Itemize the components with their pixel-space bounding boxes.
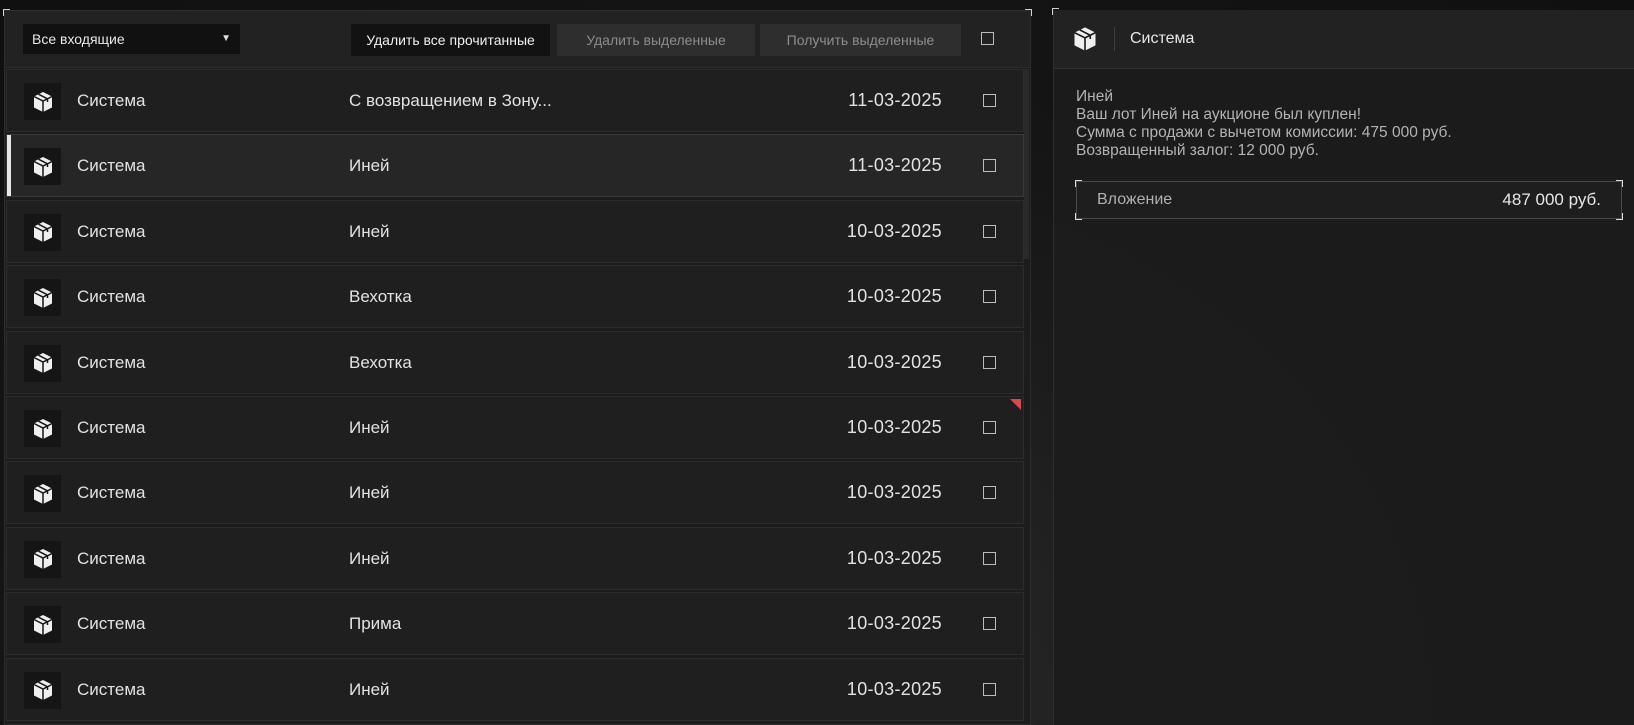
attachment-item[interactable]: Вложение 487 000 руб. [1075, 180, 1623, 220]
package-box-icon [24, 540, 61, 578]
attachment-label: Вложение [1097, 191, 1173, 208]
new-indicator-icon [1010, 399, 1021, 410]
body-line: Иней [1076, 88, 1113, 105]
message-sender: Система [77, 548, 146, 568]
message-subject: С возвращением в Зону... [349, 91, 552, 110]
message-checkbox[interactable] [983, 551, 996, 565]
message-sender: Система [77, 352, 146, 372]
message-subject: Иней [349, 221, 390, 241]
message-checkbox[interactable] [983, 682, 996, 696]
receive-selected-button[interactable]: Получить выделенные [760, 24, 961, 56]
message-subject: Иней [349, 418, 390, 437]
message-detail-panel: Система Иней Ваш лот Иней на аукционе бы… [1052, 8, 1634, 725]
message-row[interactable]: Система Иней 11-03-2025 [6, 134, 1024, 198]
message-sender: Система [77, 91, 146, 110]
attachment-amount: 487 000 руб. [1502, 190, 1601, 209]
message-row[interactable]: Система Иней 10-03-2025 [6, 657, 1024, 721]
inbox-toolbar: Все входящие ▼ Удалить все прочитанные У… [5, 11, 1030, 68]
package-box-icon [24, 148, 61, 186]
package-box-icon [24, 671, 61, 709]
filter-value: Все входящие [32, 31, 125, 47]
message-checkbox[interactable] [983, 224, 996, 238]
message-subject: Иней [349, 679, 390, 699]
message-subject: Иней [349, 483, 390, 503]
package-box-icon [24, 279, 61, 317]
message-checkbox[interactable] [983, 159, 996, 173]
message-row[interactable]: Система Прима 10-03-2025 [6, 592, 1024, 656]
message-subject: Прима [349, 614, 402, 634]
header-divider [1114, 27, 1115, 51]
message-date: 10-03-2025 [846, 482, 942, 503]
message-date: 10-03-2025 [846, 286, 942, 307]
message-checkbox[interactable] [983, 94, 996, 107]
message-row[interactable]: Система Иней 10-03-2025 [6, 461, 1024, 525]
message-row[interactable]: Система Иней 10-03-2025 [6, 526, 1024, 590]
message-subject: Иней [349, 548, 390, 568]
message-sender: Система [77, 156, 146, 176]
message-row[interactable]: Система Вехотка 10-03-2025 [6, 330, 1024, 394]
select-all-checkbox[interactable] [981, 32, 994, 45]
inbox-panel: Все входящие ▼ Удалить все прочитанные У… [3, 9, 1032, 725]
delete-selected-button[interactable]: Удалить выделенные [557, 24, 755, 56]
message-row[interactable]: Система С возвращением в Зону... 11-03-202… [6, 69, 1024, 132]
caret-down-icon: ▼ [221, 33, 231, 44]
message-sender: Система [77, 221, 146, 241]
message-sender: Система [77, 287, 146, 307]
message-date: 10-03-2025 [846, 220, 942, 241]
message-body: Иней Ваш лот Иней на аукционе был куплен… [1076, 88, 1625, 160]
message-subject: Иней [349, 156, 390, 176]
detail-sender: Система [1130, 30, 1195, 47]
corner-mark [1075, 180, 1082, 187]
detail-header: Система [1054, 10, 1634, 69]
corner-mark [1616, 213, 1623, 220]
message-date: 10-03-2025 [846, 547, 942, 568]
message-row[interactable]: Система Вехотка 10-03-2025 [6, 265, 1024, 329]
message-sender: Система [77, 483, 146, 503]
package-box-icon [1070, 24, 1100, 54]
message-subject: Вехотка [349, 287, 412, 307]
message-checkbox[interactable] [983, 486, 996, 500]
package-box-icon [24, 213, 61, 251]
message-date: 10-03-2025 [846, 351, 942, 372]
inbox-filter-dropdown[interactable]: Все входящие ▼ [23, 24, 240, 54]
package-box-icon [24, 475, 61, 513]
body-line: Возвращенный залог: 12 000 руб. [1076, 142, 1319, 159]
message-row[interactable]: Система Иней 10-03-2025 [6, 396, 1024, 459]
message-checkbox[interactable] [983, 617, 996, 631]
message-checkbox[interactable] [983, 290, 996, 304]
message-checkbox[interactable] [983, 355, 996, 369]
message-sender: Система [77, 418, 146, 437]
package-box-icon [24, 606, 61, 644]
message-subject: Вехотка [349, 352, 412, 372]
package-box-icon [24, 344, 61, 382]
body-line: Сумма с продажи с вычетом комиссии: 475 … [1076, 124, 1452, 141]
body-line: Ваш лот Иней на аукционе был куплен! [1076, 106, 1361, 123]
message-date: 10-03-2025 [846, 417, 942, 437]
message-date: 11-03-2025 [848, 90, 942, 110]
package-box-icon [24, 410, 61, 447]
message-sender: Система [77, 614, 146, 634]
delete-all-read-button[interactable]: Удалить все прочитанные [351, 24, 550, 56]
message-sender: Система [77, 679, 146, 699]
message-checkbox[interactable] [983, 421, 996, 434]
list-scrollbar[interactable] [1024, 69, 1029, 259]
mail-screen: Все входящие ▼ Удалить все прочитанные У… [0, 0, 1634, 725]
message-row[interactable]: Система Иней 10-03-2025 [6, 199, 1024, 263]
message-date: 10-03-2025 [846, 678, 942, 699]
message-date: 11-03-2025 [848, 155, 942, 176]
package-box-icon [24, 83, 61, 120]
message-date: 10-03-2025 [846, 613, 942, 634]
